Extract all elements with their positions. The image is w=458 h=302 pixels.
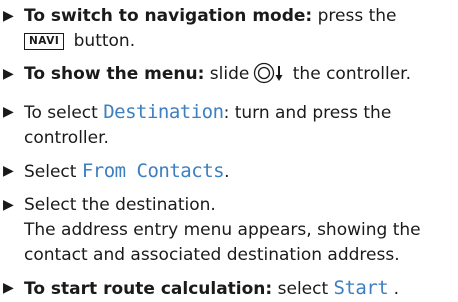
bullet-arrow-icon: ▶ <box>3 66 14 82</box>
ui-term-destination: Destination <box>103 101 224 123</box>
step-select-destination: ▶ To select Destination: turn and press … <box>0 100 458 151</box>
step-select-the-destination: ▶ Select the destination. The address en… <box>0 193 458 268</box>
bullet-arrow-icon: ▶ <box>3 163 14 179</box>
step-text: Select the destination. <box>24 195 216 215</box>
step-text: the controller. <box>287 64 412 84</box>
navi-key-icon: NAVI <box>24 33 65 50</box>
step-text: button. <box>68 31 136 51</box>
bullet-arrow-icon: ▶ <box>3 104 14 120</box>
step-text: slide <box>204 64 250 84</box>
step-show-menu: ▶ To show the menu: slide the controller… <box>0 62 458 92</box>
ui-term-start: Start <box>333 277 389 299</box>
step-switch-navigation-mode: ▶ To switch to navigation mode: press th… <box>0 4 458 54</box>
step-lead: To start route calculation: <box>24 279 273 299</box>
ui-term-from-contacts: From Contacts <box>81 160 225 182</box>
step-text: press the <box>312 6 397 26</box>
controller-slide-down-icon <box>253 62 285 92</box>
instruction-list: ▶ To switch to navigation mode: press th… <box>0 0 458 302</box>
bullet-arrow-icon: ▶ <box>3 197 14 213</box>
step-lead: To show the menu: <box>24 64 205 84</box>
step-text: To select <box>24 103 104 123</box>
step-lead: To switch to navigation mode: <box>24 6 313 26</box>
step-select-from-contacts: ▶ Select From Contacts. <box>0 159 458 185</box>
step-text: select <box>272 279 334 299</box>
bullet-arrow-icon: ▶ <box>3 8 14 24</box>
step-result: The address entry menu appears, showing … <box>24 220 421 265</box>
step-text: . <box>388 279 400 299</box>
step-text: Select <box>24 162 82 182</box>
step-text: . <box>224 162 230 182</box>
